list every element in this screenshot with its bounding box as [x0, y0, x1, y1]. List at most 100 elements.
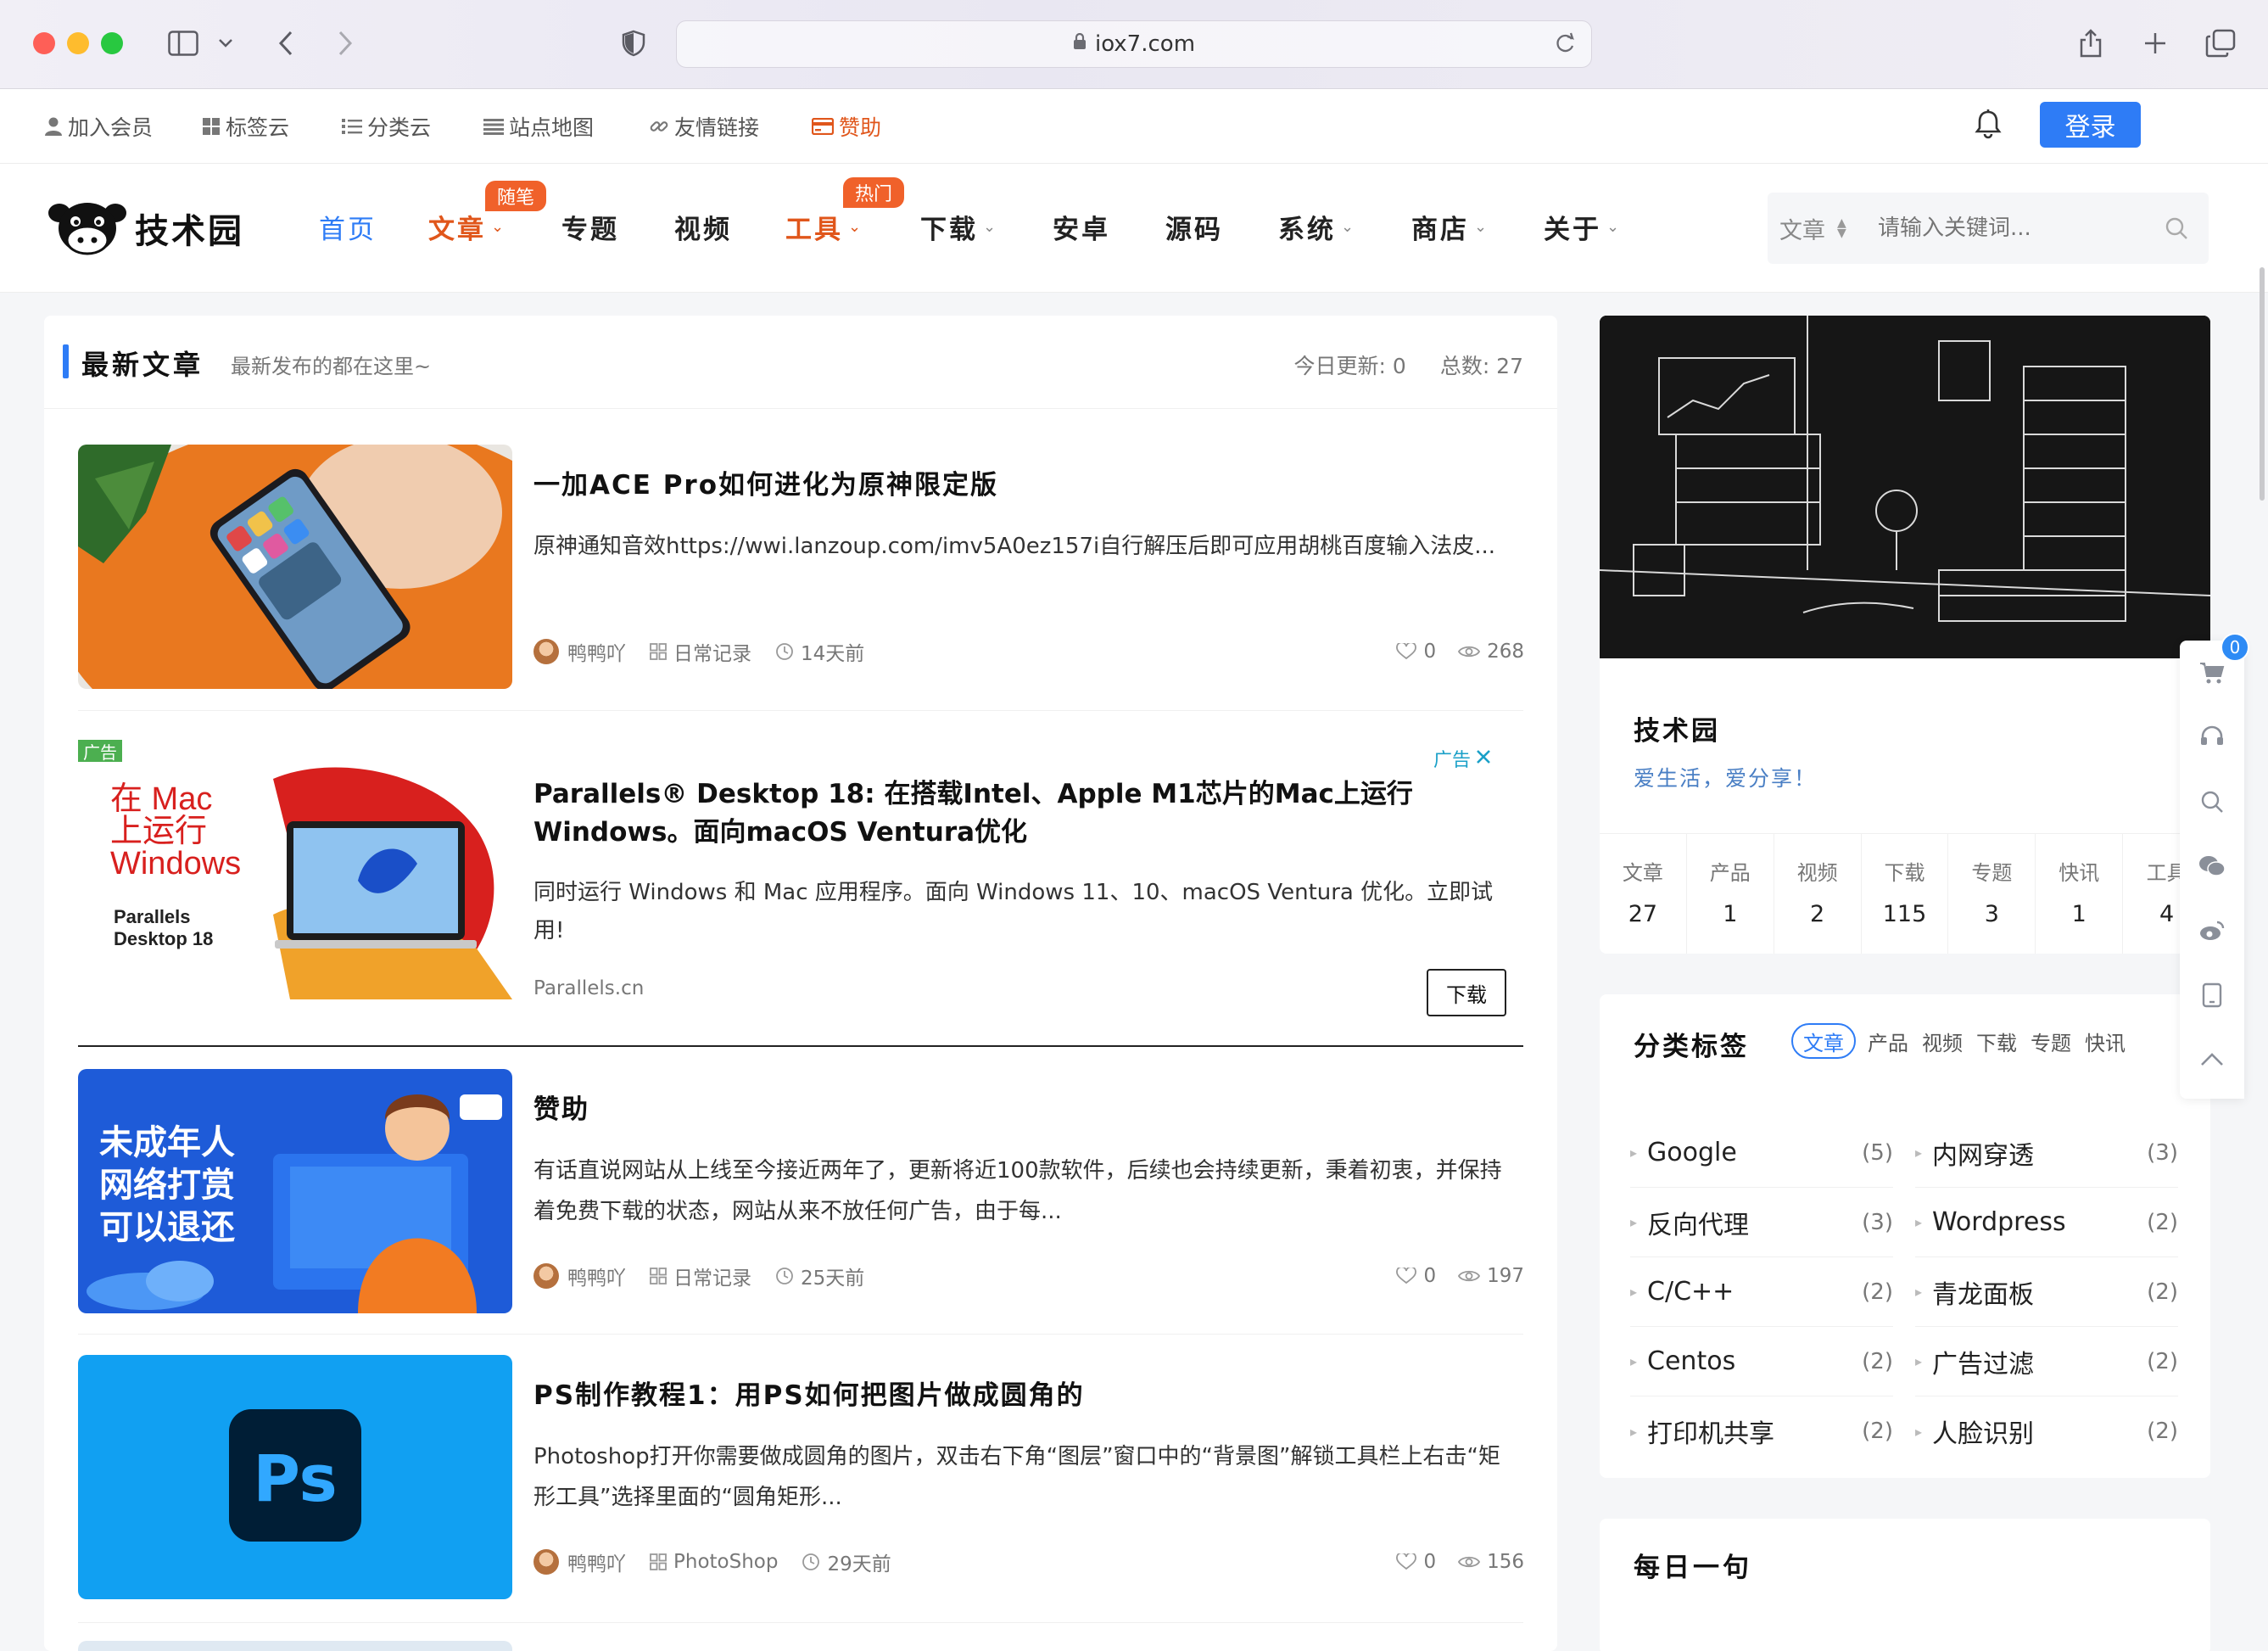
- post-thumbnail[interactable]: 未成年人 网络打赏 可以退还: [78, 1069, 512, 1313]
- tab-videos[interactable]: 视频: [1920, 1023, 1964, 1059]
- share-icon[interactable]: [2076, 24, 2105, 63]
- like-count[interactable]: 0: [1396, 641, 1436, 663]
- tag-item[interactable]: ▸ 内网穿透 (3): [1915, 1118, 2178, 1188]
- nav-articles[interactable]: 文章 ⌄: [428, 208, 506, 246]
- tab-products[interactable]: 产品: [1866, 1023, 1910, 1059]
- view-value: 156: [1487, 1551, 1524, 1573]
- tag-item[interactable]: ▸ 打印机共享 (2): [1630, 1396, 1893, 1466]
- tag-item[interactable]: ▸ Centos (2): [1630, 1327, 1893, 1396]
- tag-count: (2): [1862, 1419, 1893, 1444]
- post-author[interactable]: 鸭鸭吖: [533, 1262, 626, 1290]
- tag-item[interactable]: ▸ C/C++ (2): [1630, 1257, 1893, 1327]
- headset-icon[interactable]: [2180, 705, 2244, 770]
- stat-label: 下载: [1884, 861, 1925, 885]
- stat-label: 产品: [1709, 861, 1751, 885]
- wechat-icon[interactable]: [2180, 834, 2244, 898]
- post-item[interactable]: 未成年人 网络打赏 可以退还 赞助 有话直说网站从上线至今接近两年了，更新将近1…: [78, 1069, 1524, 1315]
- post-thumbnail[interactable]: Ps: [78, 1355, 512, 1599]
- post-author[interactable]: 鸭鸭吖: [533, 637, 626, 666]
- close-window-button[interactable]: [33, 32, 55, 54]
- post-thumbnail[interactable]: [78, 445, 512, 689]
- next-post-thumbnail-peek[interactable]: [78, 1641, 512, 1651]
- search-input[interactable]: [1878, 215, 2149, 241]
- ad-block[interactable]: 广告 在 Mac 上运行 Windows Parallels Desktop 1…: [78, 731, 1523, 1037]
- site-map-link[interactable]: 站点地图: [483, 111, 594, 142]
- new-tab-icon[interactable]: [2141, 24, 2170, 63]
- post-title[interactable]: 赞助: [533, 1088, 589, 1126]
- tab-news[interactable]: 快讯: [2083, 1023, 2127, 1059]
- nav-system[interactable]: 系统 ⌄: [1278, 208, 1356, 246]
- shield-icon[interactable]: [619, 24, 648, 63]
- like-count[interactable]: 0: [1396, 1265, 1436, 1287]
- post-title[interactable]: PS制作教程1：用PS如何把图片做成圆角的: [533, 1374, 1085, 1412]
- search-icon[interactable]: [2180, 770, 2244, 834]
- nav-about[interactable]: 关于 ⌄: [1544, 208, 1622, 246]
- site-logo[interactable]: 技术园: [47, 196, 244, 260]
- back-icon[interactable]: [273, 24, 299, 63]
- stat-news[interactable]: 快讯 1: [2036, 834, 2124, 954]
- weibo-icon[interactable]: [2180, 898, 2244, 963]
- friend-links-link[interactable]: 友情链接: [649, 111, 759, 142]
- category-name: PhotoShop: [673, 1551, 779, 1573]
- search-icon[interactable]: [2165, 216, 2188, 243]
- minimize-window-button[interactable]: [67, 32, 89, 54]
- tag-cloud-link[interactable]: 标签云: [202, 111, 289, 142]
- post-category[interactable]: PhotoShop: [650, 1551, 778, 1573]
- join-member-link[interactable]: 加入会员: [44, 111, 153, 142]
- nav-store[interactable]: 商店 ⌄: [1411, 208, 1489, 246]
- tab-articles[interactable]: 文章: [1791, 1023, 1856, 1059]
- site-profile-card: 技术园 爱生活，爱分享！ 文章 27 产品 1 视频 2 下载 115 专题 3 快讯 1 …: [1600, 316, 2210, 954]
- nav-topics[interactable]: 专题: [561, 208, 619, 246]
- ad-label[interactable]: 广告: [1433, 745, 1491, 772]
- post-category[interactable]: 日常记录: [650, 637, 751, 666]
- tag-item[interactable]: ▸ 反向代理 (3): [1630, 1188, 1893, 1257]
- tag-item[interactable]: ▸ 人脸识别 (2): [1915, 1396, 2178, 1466]
- sponsor-link[interactable]: 赞助: [812, 111, 881, 142]
- tag-name: 广告过滤: [1932, 1349, 2035, 1380]
- tag-name: 青龙面板: [1932, 1279, 2035, 1310]
- like-count[interactable]: 0: [1396, 1551, 1436, 1573]
- tag-item[interactable]: ▸ 广告过滤 (2): [1915, 1327, 2178, 1396]
- search-scope-select[interactable]: 文章 ▲ ▼: [1768, 212, 1869, 245]
- post-title[interactable]: 一加ACE Pro如何进化为原神限定版: [533, 463, 998, 501]
- forward-icon[interactable]: [332, 24, 358, 63]
- category-cloud-link[interactable]: 分类云: [342, 111, 431, 142]
- post-category[interactable]: 日常记录: [650, 1262, 751, 1290]
- stat-products[interactable]: 产品 1: [1687, 834, 1774, 954]
- post-item[interactable]: Ps PS制作教程1：用PS如何把图片做成圆角的 Photoshop打开你需要做…: [78, 1355, 1524, 1601]
- back-to-top-icon[interactable]: [2180, 1027, 2244, 1092]
- bell-icon[interactable]: [1975, 109, 2002, 143]
- quote-title: 每日一句: [1634, 1553, 1752, 1583]
- stat-topics[interactable]: 专题 3: [1948, 834, 2036, 954]
- sidebar-toggle-icon[interactable]: [166, 24, 200, 63]
- reload-icon[interactable]: [1554, 31, 1576, 61]
- stat-downloads[interactable]: 下载 115: [1862, 834, 1949, 954]
- nav-source[interactable]: 源码: [1165, 208, 1223, 246]
- nav-downloads[interactable]: 下载 ⌄: [920, 208, 998, 246]
- stat-articles[interactable]: 文章 27: [1600, 834, 1687, 954]
- ad-download-button[interactable]: 下载: [1427, 969, 1506, 1016]
- tag-item[interactable]: ▸ Wordpress (2): [1915, 1188, 2178, 1257]
- close-icon[interactable]: [1476, 748, 1491, 770]
- tab-topics[interactable]: 专题: [2029, 1023, 2073, 1059]
- post-author[interactable]: 鸭鸭吖: [533, 1547, 626, 1576]
- login-button[interactable]: 登录: [2040, 102, 2141, 148]
- tablet-icon[interactable]: [2180, 963, 2244, 1027]
- nav-tools[interactable]: 工具 ⌄: [785, 208, 863, 246]
- nav-android[interactable]: 安卓: [1053, 208, 1110, 246]
- zoom-window-button[interactable]: [101, 32, 123, 54]
- nav-videos[interactable]: 视频: [674, 208, 732, 246]
- post-item[interactable]: 一加ACE Pro如何进化为原神限定版 原神通知音效https://wwi.la…: [78, 445, 1524, 691]
- chevron-down-icon[interactable]: [215, 24, 236, 63]
- tab-downloads[interactable]: 下载: [1975, 1023, 2019, 1059]
- page-scrollbar[interactable]: [2260, 267, 2265, 501]
- ad-title[interactable]: Parallels® Desktop 18: 在搭载Intel、Apple M1…: [533, 775, 1509, 852]
- view-count: 268: [1458, 641, 1524, 663]
- address-bar[interactable]: iox7.com: [676, 20, 1592, 68]
- nav-home[interactable]: 首页: [319, 208, 377, 246]
- stat-videos[interactable]: 视频 2: [1774, 834, 1862, 954]
- ad-image[interactable]: 在 Mac 上运行 Windows Parallels Desktop 18: [78, 762, 512, 999]
- tag-item[interactable]: ▸ Google (5): [1630, 1118, 1893, 1188]
- tag-item[interactable]: ▸ 青龙面板 (2): [1915, 1257, 2178, 1327]
- tab-overview-icon[interactable]: [2204, 24, 2237, 63]
